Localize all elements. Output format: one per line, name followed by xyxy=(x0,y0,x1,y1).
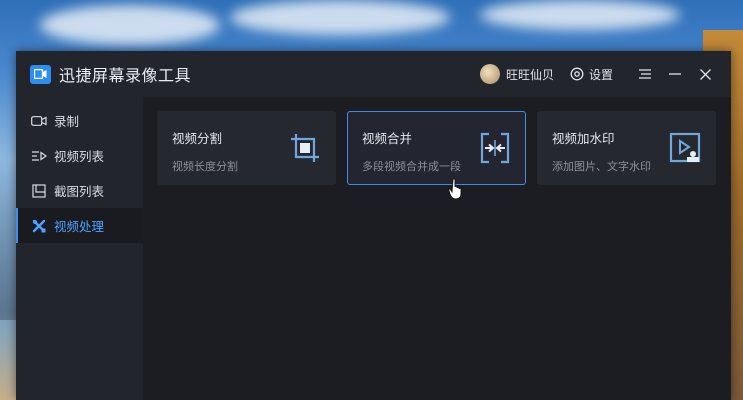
background-sea xyxy=(0,320,16,400)
title-bar[interactable]: 迅捷屏幕录像工具 旺旺仙贝 设置 xyxy=(16,51,731,97)
background-cloud xyxy=(40,5,220,45)
menu-button[interactable] xyxy=(633,62,657,86)
sidebar-item-screenshot-list[interactable]: 截图列表 xyxy=(16,173,143,208)
sidebar-item-label: 视频列表 xyxy=(54,149,105,164)
crop-icon xyxy=(291,134,319,162)
watermark-icon xyxy=(669,132,701,163)
sidebar-item-video-list[interactable]: 视频列表 xyxy=(16,138,143,173)
video-watermark-card[interactable]: 视频加水印 添加图片、文字水印 xyxy=(537,111,716,185)
sidebar-item-video-processing[interactable]: 视频处理 xyxy=(16,208,143,243)
tools-icon xyxy=(31,218,47,234)
app-window: 迅捷屏幕录像工具 旺旺仙贝 设置 录制 视频列表 截图列表 视频处理 视频分割 … xyxy=(16,51,731,400)
main-content: 视频分割 视频长度分割 视频合并 多段视频合并成一段 视频加水印 添加图片、文字… xyxy=(143,97,731,400)
hand-cursor-icon xyxy=(448,178,462,200)
user-name[interactable]: 旺旺仙贝 xyxy=(506,66,554,83)
video-merge-card[interactable]: 视频合并 多段视频合并成一段 xyxy=(347,111,526,185)
minimize-icon xyxy=(669,73,681,75)
avatar[interactable] xyxy=(479,64,500,84)
background-cloud xyxy=(480,0,680,30)
video-split-card[interactable]: 视频分割 视频长度分割 xyxy=(157,111,336,185)
hamburger-icon xyxy=(639,69,651,79)
app-logo-icon xyxy=(30,64,51,84)
screenshot-list-icon xyxy=(31,183,47,199)
merge-icon xyxy=(480,132,510,164)
minimize-button[interactable] xyxy=(663,62,687,86)
sidebar: 录制 视频列表 截图列表 视频处理 xyxy=(16,97,143,400)
sidebar-item-record[interactable]: 录制 xyxy=(16,103,143,138)
app-title: 迅捷屏幕录像工具 xyxy=(59,66,192,85)
settings-label: 设置 xyxy=(588,67,613,82)
close-icon xyxy=(699,68,711,80)
sidebar-item-label: 录制 xyxy=(54,114,80,129)
gear-icon xyxy=(570,67,584,81)
background-cloud xyxy=(230,0,450,35)
sidebar-item-label: 视频处理 xyxy=(54,219,105,234)
video-list-icon xyxy=(31,148,47,164)
user-account[interactable]: 旺旺仙贝 xyxy=(479,64,554,84)
close-button[interactable] xyxy=(693,62,717,86)
camera-icon xyxy=(31,113,47,129)
sidebar-item-label: 截图列表 xyxy=(54,184,105,199)
settings-button[interactable]: 设置 xyxy=(570,66,613,83)
